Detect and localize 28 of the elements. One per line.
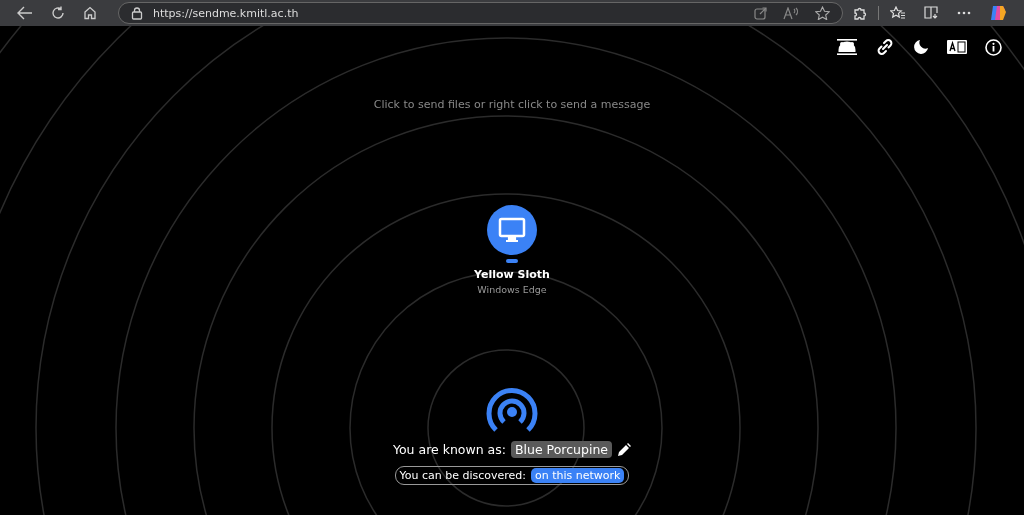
puzzle-icon[interactable] — [852, 5, 867, 21]
url-text: https://sendme.kmitl.ac.th — [153, 6, 299, 20]
collections-icon[interactable] — [924, 6, 939, 20]
pencil-icon[interactable] — [617, 442, 632, 457]
translate-icon[interactable] — [947, 40, 967, 54]
network-scope-button[interactable]: on this network — [531, 468, 625, 483]
read-aloud-icon[interactable] — [783, 6, 799, 20]
address-bar[interactable]: https://sendme.kmitl.ac.th — [118, 2, 843, 24]
discovery-label: You can be discovered: — [399, 469, 527, 482]
instruction-text: Click to send files or right click to send a message — [372, 98, 652, 111]
home-icon[interactable] — [83, 6, 97, 20]
link-icon[interactable] — [875, 39, 895, 55]
known-as-label: You are known as: — [392, 442, 506, 457]
device-name: Blue Porcupine — [511, 441, 613, 458]
open-app-icon[interactable] — [754, 6, 767, 20]
back-icon[interactable] — [17, 6, 33, 20]
refresh-icon[interactable] — [51, 6, 65, 20]
info-icon[interactable] — [985, 38, 1002, 56]
peer-device: Windows Edge — [477, 284, 547, 295]
more-icon[interactable] — [957, 11, 971, 15]
broadcast-icon — [486, 387, 538, 435]
favorites-icon[interactable] — [890, 6, 906, 20]
peer-indicator — [506, 259, 518, 263]
monitor-icon[interactable] — [487, 205, 537, 255]
star-icon[interactable] — [815, 6, 830, 20]
lock-icon — [131, 6, 143, 20]
peer-name: Yellow Sloth — [474, 268, 550, 281]
moon-icon[interactable] — [913, 39, 929, 55]
